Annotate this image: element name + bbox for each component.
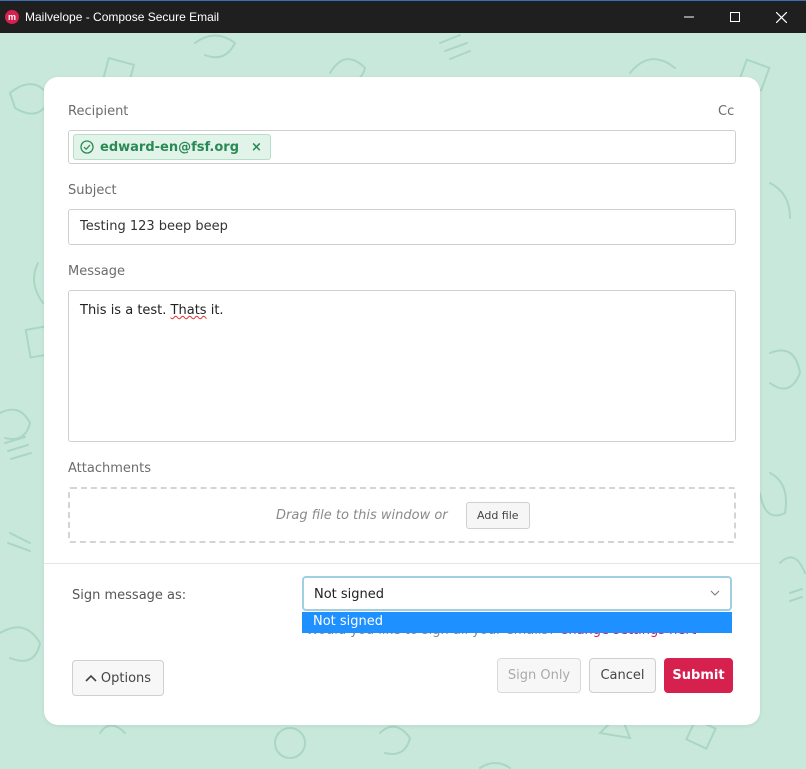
- verified-check-icon: [80, 140, 94, 154]
- minimize-button[interactable]: [666, 1, 712, 33]
- window-title: Mailvelope - Compose Secure Email: [25, 10, 220, 24]
- recipient-email: edward-en@fsf.org: [100, 139, 240, 155]
- mailvelope-logo-icon: m: [5, 10, 19, 24]
- message-label: Message: [68, 264, 125, 279]
- section-divider: [44, 563, 760, 564]
- drop-hint: Drag file to this window or: [276, 508, 448, 523]
- message-text-end: it.: [206, 303, 224, 318]
- submit-button[interactable]: Submit: [664, 658, 733, 693]
- cancel-button[interactable]: Cancel: [589, 658, 656, 693]
- close-button[interactable]: [758, 1, 804, 33]
- message-body: This is a test. Thats it.: [80, 303, 224, 318]
- options-button[interactable]: Options: [72, 660, 164, 696]
- misspelled-word: Thats: [170, 303, 207, 318]
- sign-key-select[interactable]: Not signed: [302, 576, 732, 611]
- sign-select-value: Not signed: [314, 587, 385, 602]
- message-textarea[interactable]: This is a test. Thats it.: [68, 290, 736, 442]
- options-label: Options: [100, 670, 152, 686]
- add-file-button[interactable]: Add file: [466, 502, 530, 529]
- sign-option-not-signed[interactable]: Not signed: [302, 612, 732, 633]
- window-titlebar: m Mailvelope - Compose Secure Email: [0, 0, 806, 33]
- cc-toggle[interactable]: Cc: [718, 104, 734, 119]
- minimize-icon: [684, 16, 694, 18]
- chevron-down-icon: [710, 590, 720, 596]
- chevron-up-icon: [85, 674, 97, 682]
- attachments-label: Attachments: [68, 461, 151, 476]
- subject-input[interactable]: Testing 123 beep beep: [68, 209, 736, 245]
- subject-value: Testing 123 beep beep: [80, 219, 228, 234]
- recipient-label: Recipient: [68, 104, 129, 119]
- sign-only-button[interactable]: Sign Only: [497, 658, 581, 693]
- maximize-icon: [730, 12, 740, 22]
- subject-label: Subject: [68, 183, 117, 198]
- attachment-dropzone[interactable]: Drag file to this window or Add file: [68, 487, 736, 543]
- close-icon: [775, 11, 787, 23]
- recipient-tag[interactable]: edward-en@fsf.org ×: [73, 134, 271, 160]
- sign-as-label: Sign message as:: [72, 588, 187, 603]
- recipient-input[interactable]: edward-en@fsf.org ×: [68, 130, 736, 164]
- message-text-start: This is a test.: [80, 303, 171, 318]
- remove-recipient-icon[interactable]: ×: [251, 140, 262, 155]
- maximize-button[interactable]: [712, 1, 758, 33]
- compose-card: Recipient Cc edward-en@fsf.org × Subject…: [44, 77, 760, 725]
